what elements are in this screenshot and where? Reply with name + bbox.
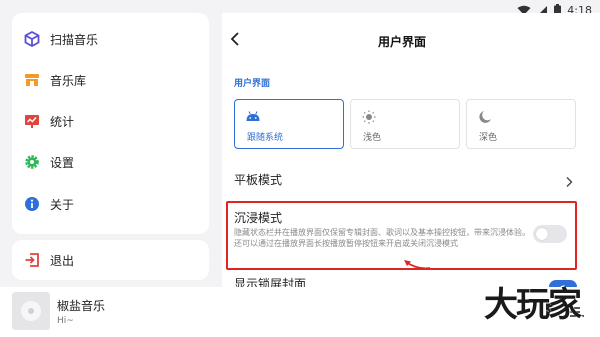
settings-panel: 用户界面 用户界面 跟随系统 浅色 深色 平板模式 沉浸模式 隐藏状态栏并在播放…	[222, 13, 600, 287]
chevron-right-icon	[564, 173, 574, 187]
track-title: 椒盐音乐	[57, 299, 106, 313]
theme-option-label: 深色	[479, 133, 498, 143]
sidebar-item-label: 音乐库	[50, 73, 87, 88]
sidebar: 扫描音乐 音乐库 统计 设置 关于	[12, 13, 209, 234]
lock-screen-cover-label: 显示锁屏封面	[234, 277, 307, 287]
theme-option-system[interactable]: 跟随系统	[234, 99, 344, 149]
exit-button[interactable]: 退出	[24, 246, 204, 274]
disc-icon	[21, 301, 41, 321]
sidebar-item-about[interactable]: 关于	[24, 190, 204, 218]
exit-card: 退出	[12, 240, 209, 280]
store-icon	[24, 72, 40, 88]
android-icon	[245, 109, 261, 123]
tablet-mode-row[interactable]: 平板模式	[222, 166, 600, 192]
track-subtitle: Hi~	[57, 316, 74, 326]
theme-option-label: 浅色	[363, 133, 382, 143]
sidebar-item-label: 设置	[50, 155, 75, 170]
sidebar-item-label: 关于	[50, 197, 75, 212]
album-art[interactable]	[12, 292, 50, 330]
cube-icon	[24, 31, 40, 47]
sun-icon	[361, 109, 377, 124]
sidebar-item-stats[interactable]: 统计	[24, 107, 204, 135]
watermark: 大玩家	[484, 285, 582, 325]
theme-option-light[interactable]: 浅色	[350, 99, 460, 149]
sidebar-item-label: 统计	[50, 114, 75, 129]
sidebar-item-library[interactable]: 音乐库	[24, 66, 204, 94]
exit-label: 退出	[50, 253, 75, 268]
moon-icon	[477, 109, 493, 123]
sidebar-item-label: 扫描音乐	[50, 32, 99, 47]
annotation-arrow-icon	[398, 256, 432, 272]
gear-icon	[24, 154, 40, 170]
section-label: 用户界面	[234, 79, 271, 89]
immersive-mode-label: 沉浸模式	[234, 211, 283, 225]
info-icon	[24, 196, 40, 212]
exit-icon	[24, 252, 40, 268]
tablet-mode-label: 平板模式	[234, 173, 283, 187]
sidebar-item-settings[interactable]: 设置	[24, 148, 204, 176]
theme-option-label: 跟随系统	[247, 133, 284, 143]
toggle-knob	[536, 228, 548, 240]
immersive-mode-description: 隐藏状态栏并在播放界面仅保留专辑封面、歌词以及基本操控按钮，带来沉浸体验。还可以…	[234, 228, 530, 248]
theme-option-dark[interactable]: 深色	[466, 99, 576, 149]
page-title: 用户界面	[377, 35, 426, 49]
immersive-mode-toggle[interactable]	[533, 225, 567, 243]
chart-board-icon	[24, 113, 40, 129]
sidebar-item-scan-music[interactable]: 扫描音乐	[24, 25, 204, 53]
